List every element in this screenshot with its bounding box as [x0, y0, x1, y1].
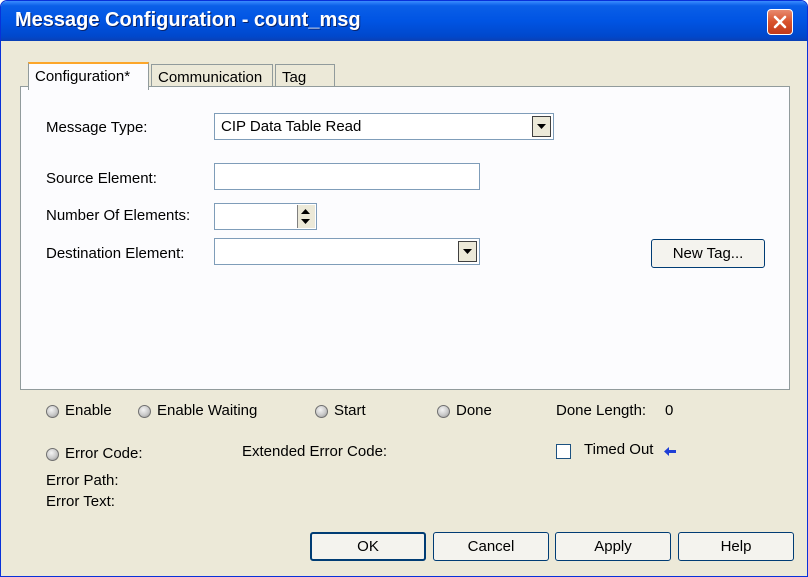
timed-out-label: Timed Out [584, 441, 654, 458]
error-path-label: Error Path: [46, 472, 119, 489]
stepper-buttons[interactable] [297, 205, 315, 228]
help-button[interactable]: Help [678, 532, 794, 561]
chevron-up-icon[interactable] [301, 209, 310, 214]
source-element-input[interactable] [214, 163, 480, 190]
enable-indicator [46, 405, 59, 418]
cancel-button[interactable]: Cancel [433, 532, 549, 561]
done-length-label: Done Length: [556, 402, 647, 419]
message-type-select[interactable]: CIP Data Table Read [214, 113, 554, 140]
error-text-label: Error Text: [46, 493, 115, 510]
done-length-value: 0 [665, 402, 674, 419]
start-label: Start [334, 402, 366, 419]
apply-button[interactable]: Apply [555, 532, 671, 561]
message-type-label: Message Type: [46, 119, 148, 136]
number-of-elements-stepper[interactable] [214, 203, 317, 230]
error-code-indicator [46, 448, 59, 461]
start-indicator [315, 405, 328, 418]
close-icon [773, 15, 787, 29]
message-type-dropdown-button[interactable] [532, 116, 551, 137]
window-title: Message Configuration - count_msg [15, 9, 361, 31]
enable-waiting-label: Enable Waiting [157, 402, 258, 419]
close-button[interactable] [767, 9, 793, 35]
done-label: Done [456, 402, 492, 419]
new-tag-button[interactable]: New Tag... [651, 239, 765, 268]
message-type-value: CIP Data Table Read [221, 118, 362, 135]
ok-button[interactable]: OK [310, 532, 426, 561]
tab-communication-label: Communication [158, 69, 263, 86]
chevron-down-icon [463, 249, 472, 254]
done-indicator [437, 405, 450, 418]
extended-error-code-label: Extended Error Code: [242, 443, 388, 460]
source-element-label: Source Element: [46, 170, 157, 187]
tab-tag-label: Tag [282, 69, 307, 86]
title-bar[interactable]: Message Configuration - count_msg [1, 1, 807, 41]
destination-element-label: Destination Element: [46, 245, 185, 262]
tab-configuration[interactable]: Configuration* [28, 62, 149, 90]
chevron-down-icon[interactable] [301, 219, 310, 224]
number-of-elements-label: Number Of Elements: [46, 207, 191, 224]
enable-label: Enable [65, 402, 112, 419]
timed-out-checkbox[interactable] [556, 444, 571, 459]
chevron-down-icon [537, 124, 546, 129]
enable-waiting-indicator [138, 405, 151, 418]
arrow-left-icon [664, 447, 676, 456]
destination-element-select[interactable] [214, 238, 480, 265]
destination-element-dropdown-button[interactable] [458, 241, 477, 262]
error-code-label: Error Code: [65, 445, 143, 462]
tab-configuration-label: Configuration* [35, 68, 131, 85]
